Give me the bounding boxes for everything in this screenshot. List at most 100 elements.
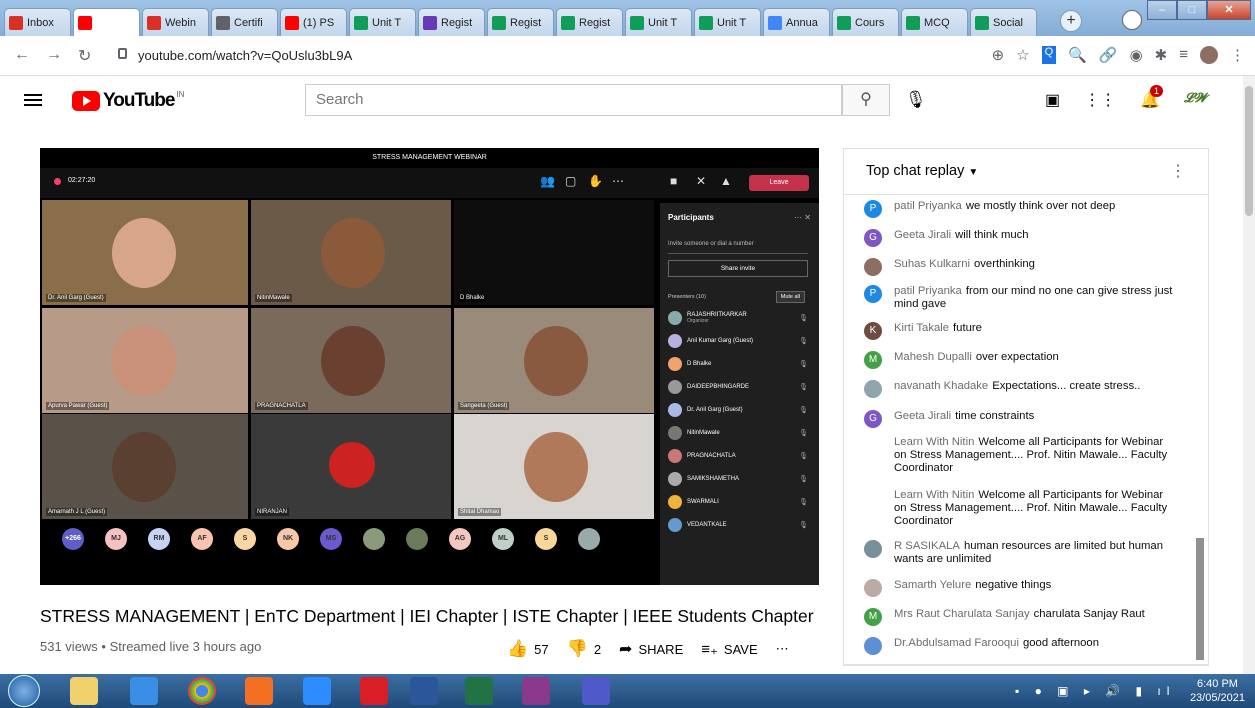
chat-author-avatar[interactable]: G	[864, 229, 882, 247]
chat-author-name[interactable]: Kirti Takale	[894, 322, 949, 334]
browser-tab[interactable]	[73, 8, 140, 37]
menu-kebab-icon[interactable]: ⋮	[1230, 46, 1245, 64]
browser-tab[interactable]: Unit T	[694, 8, 761, 36]
tray-icons[interactable]: ▪ ● ▣ ▸ 🔊 ▮ ıl	[1015, 684, 1175, 698]
browser-tab[interactable]: Annua	[763, 8, 830, 36]
like-count[interactable]: 57	[534, 642, 548, 657]
browser-tab[interactable]: Regist	[556, 8, 623, 36]
chat-author-name[interactable]: patil Priyanka	[894, 285, 962, 297]
install-icon[interactable]: ⊕	[992, 46, 1005, 64]
youtube-logo[interactable]: YouTube IN	[72, 90, 184, 112]
chat-author-name[interactable]: Geeta Jirali	[894, 229, 951, 241]
maximize-button[interactable]: □	[1177, 0, 1207, 20]
bookmark-star-icon[interactable]: ☆	[1016, 46, 1029, 64]
system-clock[interactable]: 6:40 PM 23/05/2021	[1190, 677, 1245, 705]
word-icon[interactable]	[410, 677, 438, 705]
puzzle-icon[interactable]: ✱	[1155, 46, 1168, 64]
extension-q-icon[interactable]: Q	[1041, 46, 1057, 64]
chat-author-avatar[interactable]: M	[864, 351, 882, 369]
chat-author-name[interactable]: R SASIKALA	[894, 540, 960, 552]
browser-tab[interactable]: Unit T	[349, 8, 416, 36]
chrome-icon[interactable]	[188, 677, 216, 705]
chat-author-name[interactable]: Dr.Abdulsamad Farooqui	[894, 637, 1019, 649]
chat-menu-icon[interactable]: ⋮	[1170, 161, 1186, 181]
browser-tab[interactable]: Regist	[487, 8, 554, 36]
browser-tab[interactable]: (1) PS	[280, 8, 347, 36]
chat-author-avatar[interactable]: G	[864, 410, 882, 428]
explorer-icon[interactable]	[70, 677, 98, 705]
like-icon[interactable]: 👍	[507, 639, 528, 659]
apps-grid-icon[interactable]: ⋮⋮	[1084, 90, 1116, 110]
teams-icon[interactable]	[582, 677, 610, 705]
save-icon[interactable]: ≡₊	[701, 640, 718, 658]
media-player-icon[interactable]	[245, 677, 273, 705]
chat-author-name[interactable]: Mrs Raut Charulata Sanjay	[894, 608, 1030, 620]
chat-author-avatar[interactable]	[864, 258, 882, 276]
chat-author-avatar[interactable]: P	[864, 200, 882, 218]
browser-tab[interactable]: Unit T	[625, 8, 692, 36]
chat-author-name[interactable]: patil Priyanka	[894, 200, 962, 212]
excel-icon[interactable]	[465, 677, 493, 705]
chat-author-avatar[interactable]	[864, 489, 882, 507]
chat-mode-dropdown[interactable]: Top chat replay ▼	[866, 163, 978, 179]
chat-author-avatar[interactable]: P	[864, 285, 882, 303]
chat-author-avatar[interactable]	[864, 436, 882, 454]
browser-tab[interactable]: Webin	[142, 8, 209, 36]
winrar-icon[interactable]	[522, 677, 550, 705]
chat-author-name[interactable]: Learn With Nitin	[894, 436, 974, 448]
circle-ext-icon[interactable]: ◉	[1130, 46, 1143, 64]
back-icon[interactable]: ←	[14, 46, 30, 64]
browser-tab[interactable]: Social	[970, 8, 1037, 36]
acrobat-icon[interactable]	[360, 677, 388, 705]
dislike-count[interactable]: 2	[594, 642, 601, 657]
chat-author-name[interactable]: Geeta Jirali	[894, 410, 951, 422]
video-tile: NIRANJAN	[251, 414, 451, 519]
browser-tab[interactable]: MCQ	[901, 8, 968, 36]
reading-list-icon[interactable]: ≡	[1179, 46, 1188, 64]
new-tab-button[interactable]: +	[1060, 10, 1082, 32]
search-ext-icon[interactable]: 🔍	[1068, 46, 1087, 64]
start-button[interactable]	[8, 675, 40, 707]
chat-author-avatar[interactable]: K	[864, 322, 882, 340]
share-button[interactable]: SHARE	[638, 642, 683, 657]
avatar[interactable]	[1200, 46, 1218, 64]
chat-author-avatar[interactable]	[864, 380, 882, 398]
more-actions-icon[interactable]: ⋯	[776, 641, 789, 657]
share-icon[interactable]: ➦	[619, 639, 632, 659]
browser-tab[interactable]: Regist	[418, 8, 485, 36]
channel-avatar[interactable]: 𝓛𝓦	[1184, 90, 1207, 110]
chat-author-avatar[interactable]: M	[864, 608, 882, 626]
chat-author-name[interactable]: Samarth Yelure	[894, 579, 971, 591]
minimize-button[interactable]: –	[1147, 0, 1177, 20]
search-input[interactable]: Search	[305, 84, 842, 116]
search-button[interactable]: ⚲	[842, 84, 890, 116]
internet-explorer-icon[interactable]	[130, 677, 158, 705]
forward-icon[interactable]: →	[46, 46, 62, 64]
address-bar[interactable]: youtube.com/watch?v=QoUslu3bL9A	[114, 44, 994, 68]
link-ext-icon[interactable]: 🔗	[1099, 46, 1118, 64]
hand-tool-icon: ✋	[588, 174, 603, 188]
dislike-icon[interactable]: 👎	[567, 639, 588, 659]
page-scrollbar[interactable]	[1243, 76, 1255, 674]
microphone-icon[interactable]: 🎙	[905, 90, 927, 110]
close-window-button[interactable]: ✕	[1207, 0, 1251, 20]
chat-author-name[interactable]: Learn With Nitin	[894, 489, 974, 501]
save-button[interactable]: SAVE	[724, 642, 758, 657]
chat-author-name[interactable]: navanath Khadake	[894, 380, 988, 392]
browser-tab[interactable]: Inbox	[4, 8, 71, 36]
chat-author-avatar[interactable]	[864, 637, 882, 655]
chat-author-name[interactable]: Mahesh Dupalli	[894, 351, 972, 363]
zoom-icon[interactable]	[303, 677, 331, 705]
video-player[interactable]: STRESS MANAGEMENT WEBINAR 02:27:20 👥 ▢ ✋…	[40, 148, 819, 585]
create-video-icon[interactable]: ▣	[1045, 90, 1060, 110]
browser-tab[interactable]: Cours	[832, 8, 899, 36]
chat-scrollbar[interactable]	[1196, 538, 1204, 660]
reload-icon[interactable]: ↻	[78, 46, 91, 66]
browser-tab[interactable]: Certifi	[211, 8, 278, 36]
chat-author-avatar[interactable]	[864, 579, 882, 597]
participant-name: DAIDEEPBHINGARDE	[687, 384, 750, 390]
chat-author-name[interactable]: Suhas Kulkarni	[894, 258, 970, 270]
hamburger-menu-icon[interactable]	[24, 94, 42, 106]
chat-author-avatar[interactable]	[864, 540, 882, 558]
chrome-profile-icon[interactable]	[1122, 10, 1142, 30]
